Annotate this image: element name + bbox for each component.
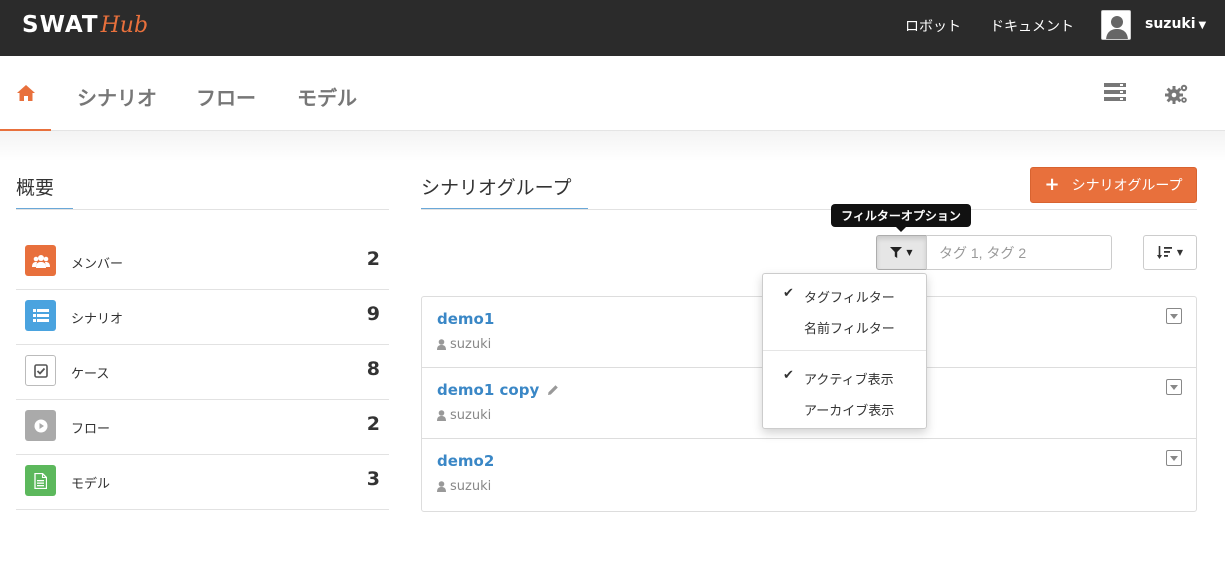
item-owner: suzuki: [437, 479, 491, 494]
menu-item-show-active[interactable]: ✔ アクティブ表示: [763, 362, 926, 392]
menu-divider: [763, 350, 926, 351]
owner-name: suzuki: [450, 479, 492, 494]
play-icon: [25, 410, 56, 441]
stat-row-flows[interactable]: フロー 2: [16, 400, 389, 455]
sort-icon: [1156, 245, 1172, 259]
menu-item-label: タグフィルター: [804, 291, 895, 306]
scenario-group-link-row: demo1 copy: [437, 381, 559, 399]
item-owner: suzuki: [437, 408, 491, 423]
user-icon: [437, 339, 446, 350]
server-icon[interactable]: [1104, 83, 1126, 101]
checkbox-icon: [25, 355, 56, 386]
tooltip-arrow: [896, 227, 906, 232]
menu-item-show-archived[interactable]: アーカイブ表示: [763, 393, 926, 423]
scenario-group-link[interactable]: demo1: [437, 310, 494, 328]
caret-down-icon: ▼: [1198, 20, 1207, 31]
menu-item-name-filter[interactable]: 名前フィルター: [763, 311, 926, 341]
home-icon: [17, 85, 35, 101]
stat-count: 8: [366, 358, 380, 380]
user-silhouette-icon: [1102, 11, 1130, 39]
stat-row-members[interactable]: メンバー 2: [16, 235, 389, 290]
stat-count: 2: [366, 248, 380, 270]
stat-row-cases[interactable]: ケース 8: [16, 345, 389, 400]
check-icon: ✔: [783, 368, 794, 383]
scenario-group-link[interactable]: demo2: [437, 452, 494, 470]
pencil-icon[interactable]: [547, 384, 559, 396]
stat-count: 9: [366, 303, 380, 325]
stat-row-models[interactable]: モデル 3: [16, 455, 389, 510]
menu-item-tag-filter[interactable]: ✔ タグフィルター: [763, 280, 926, 310]
stat-row-scenarios[interactable]: シナリオ 9: [16, 290, 389, 345]
overview-divider: [16, 209, 389, 210]
add-scenario-group-button[interactable]: + シナリオグループ: [1030, 167, 1197, 203]
logo-hub-text: Hub: [100, 12, 149, 38]
scenario-group-link[interactable]: demo1 copy: [437, 381, 539, 399]
caret-down-icon: ▼: [1176, 248, 1184, 257]
logo-swat-text: SWAT: [22, 12, 99, 38]
caret-down-icon: ▼: [906, 248, 913, 257]
swat-hub-logo[interactable]: SWAT Hub: [22, 10, 148, 40]
avatar[interactable]: [1101, 10, 1131, 40]
stat-label: フロー: [71, 422, 111, 437]
scenario-groups-title: シナリオグループ: [421, 177, 572, 199]
plus-icon: +: [1044, 174, 1060, 195]
members-icon: [25, 245, 56, 276]
filter-options-button[interactable]: ▼: [876, 235, 927, 270]
filter-options-menu: ✔ タグフィルター 名前フィルター ✔ アクティブ表示 アーカイブ表示: [762, 273, 927, 429]
robot-link[interactable]: ロボット: [905, 16, 961, 36]
owner-name: suzuki: [450, 337, 492, 352]
overview-title: 概要: [16, 177, 55, 199]
filter-icon: [890, 247, 903, 258]
user-menu[interactable]: suzuki ▼: [1145, 16, 1206, 32]
tab-home[interactable]: [0, 56, 51, 131]
item-owner: suzuki: [437, 337, 491, 352]
document-icon: [25, 465, 56, 496]
gears-icon[interactable]: [1165, 83, 1189, 105]
sort-button[interactable]: ▼: [1143, 235, 1197, 270]
add-button-label: シナリオグループ: [1071, 178, 1183, 194]
tab-flow[interactable]: フロー: [196, 82, 256, 111]
stat-label: シナリオ: [71, 312, 124, 327]
expand-toggle-icon[interactable]: [1166, 450, 1182, 466]
top-navbar: SWAT Hub ロボット ドキュメント suzuki ▼: [0, 0, 1225, 56]
documents-link[interactable]: ドキュメント: [990, 16, 1074, 36]
section-nav: シナリオ フロー モデル: [0, 56, 1225, 131]
list-icon: [25, 300, 56, 331]
stat-label: メンバー: [71, 257, 124, 272]
owner-name: suzuki: [450, 408, 492, 423]
menu-item-label: アクティブ表示: [804, 373, 894, 388]
tag-filter-input[interactable]: [926, 235, 1112, 270]
user-icon: [437, 410, 446, 421]
menu-item-label: アーカイブ表示: [804, 404, 895, 419]
filter-options-tooltip: フィルターオプション: [831, 204, 971, 227]
stat-label: モデル: [71, 477, 111, 492]
nav-shadow: [0, 131, 1225, 161]
stat-count: 2: [366, 413, 380, 435]
check-icon: ✔: [783, 286, 794, 301]
expand-toggle-icon[interactable]: [1166, 379, 1182, 395]
menu-item-label: 名前フィルター: [804, 322, 895, 337]
user-name: suzuki: [1145, 16, 1196, 32]
tab-scenario[interactable]: シナリオ: [77, 82, 157, 111]
expand-toggle-icon[interactable]: [1166, 308, 1182, 324]
stat-count: 3: [366, 468, 380, 490]
stat-label: ケース: [71, 367, 110, 382]
tab-model[interactable]: モデル: [297, 82, 357, 111]
scenario-groups-divider: [421, 209, 1197, 210]
user-icon: [437, 481, 446, 492]
list-item[interactable]: demo2 suzuki: [422, 439, 1196, 510]
